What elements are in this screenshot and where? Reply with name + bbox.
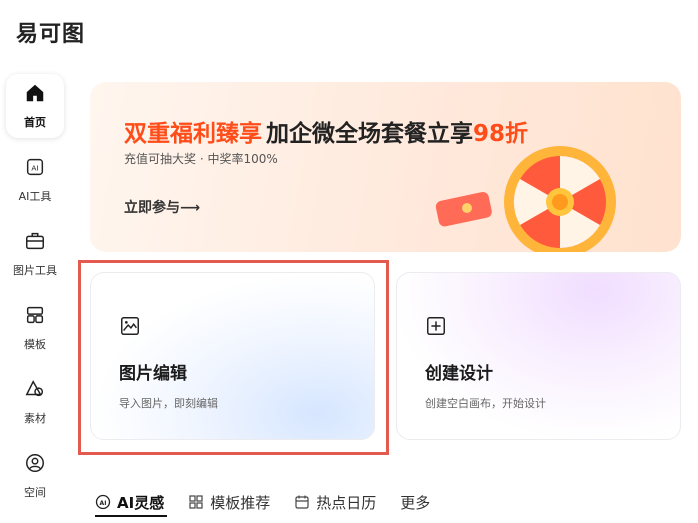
sidebar: 首页 AI AI工具 图片工具 模板 素材 空间	[6, 74, 70, 518]
tab-label: 模板推荐	[210, 493, 271, 512]
tab-hot-calendar[interactable]: 热点日历	[294, 488, 376, 516]
toolbox-icon	[24, 230, 46, 256]
card-title: 创建设计	[425, 364, 493, 384]
ai-spark-icon: AI	[95, 494, 111, 510]
ai-icon: AI	[24, 156, 46, 182]
template-icon	[24, 304, 46, 330]
user-icon	[24, 452, 46, 478]
tab-ai-inspiration[interactable]: AI AI灵感	[95, 488, 167, 517]
card-subtitle: 创建空白画布，开始设计	[425, 397, 546, 410]
create-design-card[interactable]: 创建设计 创建空白画布，开始设计	[396, 272, 681, 440]
tab-label: AI灵感	[117, 493, 165, 512]
sidebar-item-ai-tools[interactable]: AI AI工具	[6, 148, 64, 212]
tab-label: 热点日历	[316, 493, 377, 512]
active-tab-underline	[95, 515, 167, 517]
content-tabs: AI AI灵感 模板推荐 热点日历 更多	[95, 488, 454, 517]
red-envelope-icon	[435, 192, 492, 227]
sidebar-item-label: 首页	[24, 116, 46, 129]
selection-highlight-box	[78, 260, 389, 455]
tab-more[interactable]: 更多	[400, 488, 430, 516]
sidebar-item-home[interactable]: 首页	[6, 74, 64, 138]
banner-subtitle: 充值可抽大奖 · 中奖率100%	[124, 152, 278, 166]
home-icon	[24, 82, 46, 108]
shapes-icon	[24, 378, 46, 404]
sidebar-item-image-tools[interactable]: 图片工具	[6, 222, 64, 286]
sidebar-item-space[interactable]: 空间	[6, 444, 64, 508]
sidebar-item-label: AI工具	[18, 190, 52, 203]
calendar-icon	[295, 495, 309, 509]
sidebar-item-label: 模板	[24, 338, 46, 351]
grid-icon	[189, 495, 203, 509]
plus-square-icon	[427, 317, 445, 335]
promo-banner[interactable]: 双重福利臻享 加企微全场套餐立享98折 充值可抽大奖 · 中奖率100% 立即参与…	[90, 82, 681, 252]
sidebar-item-label: 图片工具	[13, 264, 57, 277]
banner-title: 双重福利臻享 加企微全场套餐立享98折	[124, 114, 528, 148]
prize-wheel-icon	[504, 146, 616, 252]
sidebar-item-materials[interactable]: 素材	[6, 370, 64, 434]
join-now-link[interactable]: 立即参与⟶	[124, 197, 200, 217]
banner-title-highlight: 双重福利臻享	[124, 121, 262, 147]
app-logo: 易可图	[16, 22, 86, 47]
sidebar-item-label: 空间	[24, 486, 46, 499]
sidebar-item-label: 素材	[24, 412, 46, 425]
tab-template-recommend[interactable]: 模板推荐	[188, 488, 270, 516]
banner-title-main: 加企微全场套餐立享	[266, 121, 473, 147]
svg-text:AI: AI	[31, 164, 38, 173]
sidebar-item-templates[interactable]: 模板	[6, 296, 64, 360]
svg-text:AI: AI	[100, 500, 107, 507]
tab-label: 更多	[400, 493, 431, 512]
